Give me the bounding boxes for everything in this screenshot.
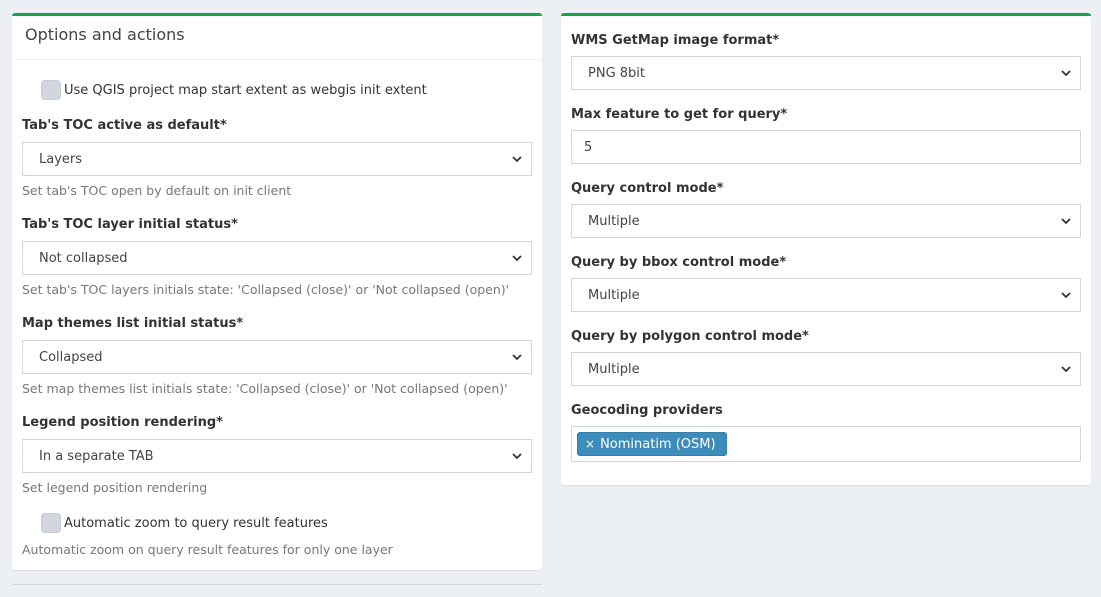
chevron-down-icon [511, 351, 523, 363]
auto-zoom-option[interactable]: Automatic zoom to query result features [41, 513, 328, 533]
toc-default-select[interactable]: Layers [22, 142, 532, 176]
map-themes-status-value: Collapsed [39, 349, 103, 365]
map-themes-status-select[interactable]: Collapsed [22, 340, 532, 374]
chevron-down-icon [1060, 67, 1072, 79]
max-feature-label: Max feature to get for query* [571, 107, 788, 122]
toc-default-help: Set tab's TOC open by default on init cl… [22, 183, 292, 198]
query-control-label: Query control mode* [571, 181, 724, 196]
start-extent-option[interactable]: Use QGIS project map start extent as web… [41, 80, 427, 100]
start-extent-label: Use QGIS project map start extent as web… [64, 82, 427, 98]
geocoding-multiselect[interactable]: × Nominatim (OSM) [571, 426, 1081, 462]
max-feature-value: 5 [584, 139, 593, 155]
legend-position-help: Set legend position rendering [22, 480, 208, 495]
map-themes-status-label: Map themes list initial status* [22, 316, 244, 331]
toc-layer-status-help: Set tab's TOC layers initials state: 'Co… [22, 282, 510, 297]
chevron-down-icon [1060, 215, 1072, 227]
legend-position-value: In a separate TAB [39, 448, 154, 464]
query-control-value: Multiple [588, 213, 640, 229]
toc-default-label: Tab's TOC active as default* [22, 118, 227, 133]
options-actions-panel: Options and actions Use QGIS project map… [12, 13, 542, 570]
geocoding-tag: × Nominatim (OSM) [577, 432, 727, 456]
legend-position-label: Legend position rendering* [22, 415, 223, 430]
query-bbox-label: Query by bbox control mode* [571, 255, 787, 270]
chevron-down-icon [511, 252, 523, 264]
map-themes-status-help: Set map themes list initials state: 'Col… [22, 381, 508, 396]
chevron-down-icon [511, 153, 523, 165]
query-control-select[interactable]: Multiple [571, 204, 1081, 238]
chevron-down-icon [1060, 363, 1072, 375]
geocoding-label: Geocoding providers [571, 403, 723, 418]
panel-divider [12, 584, 542, 585]
query-polygon-select[interactable]: Multiple [571, 352, 1081, 386]
chevron-down-icon [511, 450, 523, 462]
query-bbox-select[interactable]: Multiple [571, 278, 1081, 312]
legend-position-select[interactable]: In a separate TAB [22, 439, 532, 473]
toc-default-value: Layers [39, 151, 83, 167]
panel-title: Options and actions [12, 16, 542, 60]
wms-format-label: WMS GetMap image format* [571, 33, 780, 48]
query-options-panel: WMS GetMap image format* PNG 8bit Max fe… [561, 13, 1091, 485]
toc-layer-status-value: Not collapsed [39, 250, 128, 266]
toc-layer-status-select[interactable]: Not collapsed [22, 241, 532, 275]
auto-zoom-checkbox[interactable] [41, 513, 61, 533]
query-bbox-value: Multiple [588, 287, 640, 303]
toc-layer-status-label: Tab's TOC layer initial status* [22, 217, 238, 232]
query-polygon-label: Query by polygon control mode* [571, 329, 809, 344]
auto-zoom-label: Automatic zoom to query result features [64, 515, 328, 531]
max-feature-input[interactable]: 5 [571, 130, 1081, 164]
query-polygon-value: Multiple [588, 361, 640, 377]
start-extent-checkbox[interactable] [41, 80, 61, 100]
wms-format-value: PNG 8bit [588, 65, 646, 81]
close-icon[interactable]: × [585, 437, 595, 451]
wms-format-select[interactable]: PNG 8bit [571, 56, 1081, 90]
geocoding-tag-label: Nominatim (OSM) [600, 436, 716, 452]
auto-zoom-help: Automatic zoom on query result features … [22, 542, 393, 557]
chevron-down-icon [1060, 289, 1072, 301]
